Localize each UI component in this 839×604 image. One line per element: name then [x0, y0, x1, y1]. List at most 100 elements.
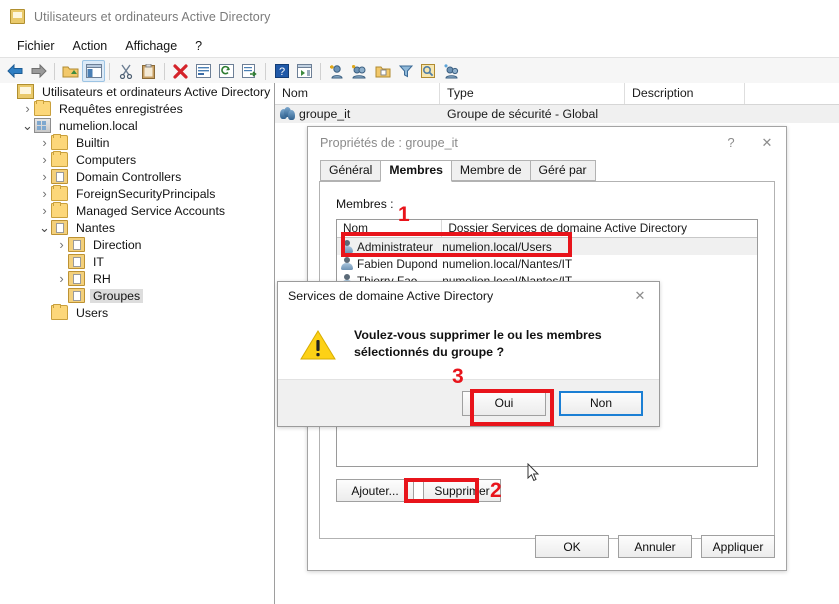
tree-item-numelion-local[interactable]: ⌄ numelion.local: [0, 117, 274, 134]
chevron-right-icon[interactable]: ›: [21, 101, 34, 116]
menu-help[interactable]: ?: [186, 37, 211, 55]
tree-item-requ-tes-enregistr-es[interactable]: › Requêtes enregistrées: [0, 100, 274, 117]
tab-general[interactable]: Général: [320, 160, 382, 181]
cancel-button[interactable]: Annuler: [618, 535, 692, 558]
member-name: Administrateur: [357, 239, 434, 254]
confirm-dialog-body: Voulez-vous supprimer le ou les membres …: [278, 309, 659, 361]
tab-membre-de[interactable]: Membre de: [450, 160, 531, 181]
ou-icon: [68, 271, 85, 286]
tree-item-builtin[interactable]: › Builtin: [0, 134, 274, 151]
help-blue-question-icon[interactable]: ?: [270, 60, 293, 82]
confirm-dialog-titlebar: Services de domaine Active Directory ✕: [278, 282, 659, 309]
new-group-icon[interactable]: [348, 60, 371, 82]
menu-fichier[interactable]: Fichier: [8, 37, 64, 55]
members-column-folder[interactable]: Dossier Services de domaine Active Direc…: [442, 220, 757, 237]
column-header-nom[interactable]: Nom: [275, 83, 440, 104]
confirm-dialog-title: Services de domaine Active Directory: [288, 288, 494, 303]
properties-dialog-title: Propriétés de : groupe_it: [320, 135, 458, 150]
tree-item-nantes[interactable]: ⌄ Nantes: [0, 219, 274, 236]
title-bar: Utilisateurs et ordinateurs Active Direc…: [0, 0, 839, 34]
tree-item-foreignsecurityprincipals[interactable]: › ForeignSecurityPrincipals: [0, 185, 274, 202]
tree-item-utilisateurs-et-ordinateurs-active-directory-srv-a[interactable]: Utilisateurs et ordinateurs Active Direc…: [0, 83, 274, 100]
members-column-nom[interactable]: Nom: [337, 220, 443, 237]
close-icon[interactable]: ✕: [748, 130, 786, 156]
members-list-header: Nom Dossier Services de domaine Active D…: [337, 220, 757, 238]
member-name: Fabien Dupond: [357, 256, 438, 271]
back-arrow-icon[interactable]: [4, 60, 27, 82]
menu-affichage[interactable]: Affichage: [116, 37, 186, 55]
tree-item-users[interactable]: Users: [0, 304, 274, 321]
paste-icon[interactable]: [137, 60, 160, 82]
export-list-icon[interactable]: [238, 60, 261, 82]
tree-item-groupes[interactable]: Groupes: [0, 287, 274, 304]
confirm-dialog: Services de domaine Active Directory ✕ V…: [277, 281, 660, 427]
tree-item-label: RH: [93, 271, 111, 286]
chevron-down-icon[interactable]: ⌄: [38, 221, 51, 234]
no-button[interactable]: Non: [559, 390, 643, 416]
ou-icon: [51, 220, 68, 235]
tree-item-domain-controllers[interactable]: › Domain Controllers: [0, 168, 274, 185]
new-user-icon[interactable]: [325, 60, 348, 82]
app-window: Utilisateurs et ordinateurs Active Direc…: [0, 0, 839, 604]
console-window-icon[interactable]: [293, 60, 316, 82]
forward-arrow-icon[interactable]: [27, 60, 50, 82]
confirm-dialog-footer: Oui Non: [278, 379, 659, 426]
chevron-right-icon[interactable]: ›: [55, 271, 68, 286]
properties-icon[interactable]: [192, 60, 215, 82]
show-hide-tree-icon[interactable]: [82, 60, 105, 82]
delete-red-x-icon[interactable]: [169, 60, 192, 82]
tree-item-label: Direction: [93, 237, 142, 252]
tree-item-label: IT: [93, 254, 104, 269]
tab-gere-par[interactable]: Géré par: [529, 160, 596, 181]
tree-item-direction[interactable]: › Direction: [0, 236, 274, 253]
warning-triangle-icon: [300, 329, 336, 361]
tree-item-label: Groupes: [90, 288, 144, 303]
tab-membres[interactable]: Membres: [380, 160, 452, 182]
new-ou-icon[interactable]: [371, 60, 394, 82]
tree-item-label: Users: [76, 305, 109, 320]
chevron-right-icon[interactable]: ›: [38, 203, 51, 218]
apply-button[interactable]: Appliquer: [701, 535, 775, 558]
help-button[interactable]: ?: [714, 130, 748, 156]
column-header-description[interactable]: Description: [625, 83, 745, 104]
member-row[interactable]: Administrateur numelion.local/Users: [337, 238, 757, 255]
chevron-down-icon[interactable]: ⌄: [21, 119, 34, 132]
tree-item-label: Domain Controllers: [76, 169, 182, 184]
table-row[interactable]: groupe_it Groupe de sécurité - Global: [275, 105, 839, 123]
up-folder-icon[interactable]: [59, 60, 82, 82]
tree-item-label: Computers: [76, 152, 137, 167]
chevron-right-icon[interactable]: ›: [38, 169, 51, 184]
members-action-buttons: Ajouter... Supprimer: [336, 479, 501, 502]
group-icon: [280, 107, 296, 121]
folder-icon: [51, 185, 68, 201]
close-icon[interactable]: ✕: [621, 283, 659, 309]
filter-icon[interactable]: [394, 60, 417, 82]
member-row[interactable]: Fabien Dupond numelion.local/Nantes/IT: [337, 255, 757, 272]
chevron-right-icon[interactable]: ›: [55, 237, 68, 252]
tree-item-managed-service-accounts[interactable]: › Managed Service Accounts: [0, 202, 274, 219]
member-folder: numelion.local/Nantes/IT: [442, 256, 573, 271]
tree-item-computers[interactable]: › Computers: [0, 151, 274, 168]
svg-text:?: ?: [278, 66, 284, 78]
column-header-type[interactable]: Type: [440, 83, 625, 104]
chevron-right-icon[interactable]: ›: [38, 152, 51, 167]
navigation-tree[interactable]: Utilisateurs et ordinateurs Active Direc…: [0, 83, 275, 604]
tree-item-rh[interactable]: › RH: [0, 270, 274, 287]
row-name: groupe_it: [299, 107, 351, 121]
find-icon[interactable]: [417, 60, 440, 82]
chevron-right-icon[interactable]: ›: [38, 186, 51, 201]
remove-button[interactable]: Supprimer: [423, 479, 501, 502]
ou-icon: [68, 254, 85, 269]
user-icon: [341, 257, 353, 270]
add-button[interactable]: Ajouter...: [336, 479, 414, 502]
row-type: Groupe de sécurité - Global: [447, 107, 599, 121]
cut-icon[interactable]: [114, 60, 137, 82]
yes-button[interactable]: Oui: [462, 390, 546, 416]
chevron-right-icon[interactable]: ›: [38, 135, 51, 150]
refresh-icon[interactable]: [215, 60, 238, 82]
ok-button[interactable]: OK: [535, 535, 609, 558]
ou-icon: [68, 288, 85, 303]
tree-item-it[interactable]: IT: [0, 253, 274, 270]
menu-action[interactable]: Action: [64, 37, 117, 55]
add-member-icon[interactable]: [440, 60, 463, 82]
